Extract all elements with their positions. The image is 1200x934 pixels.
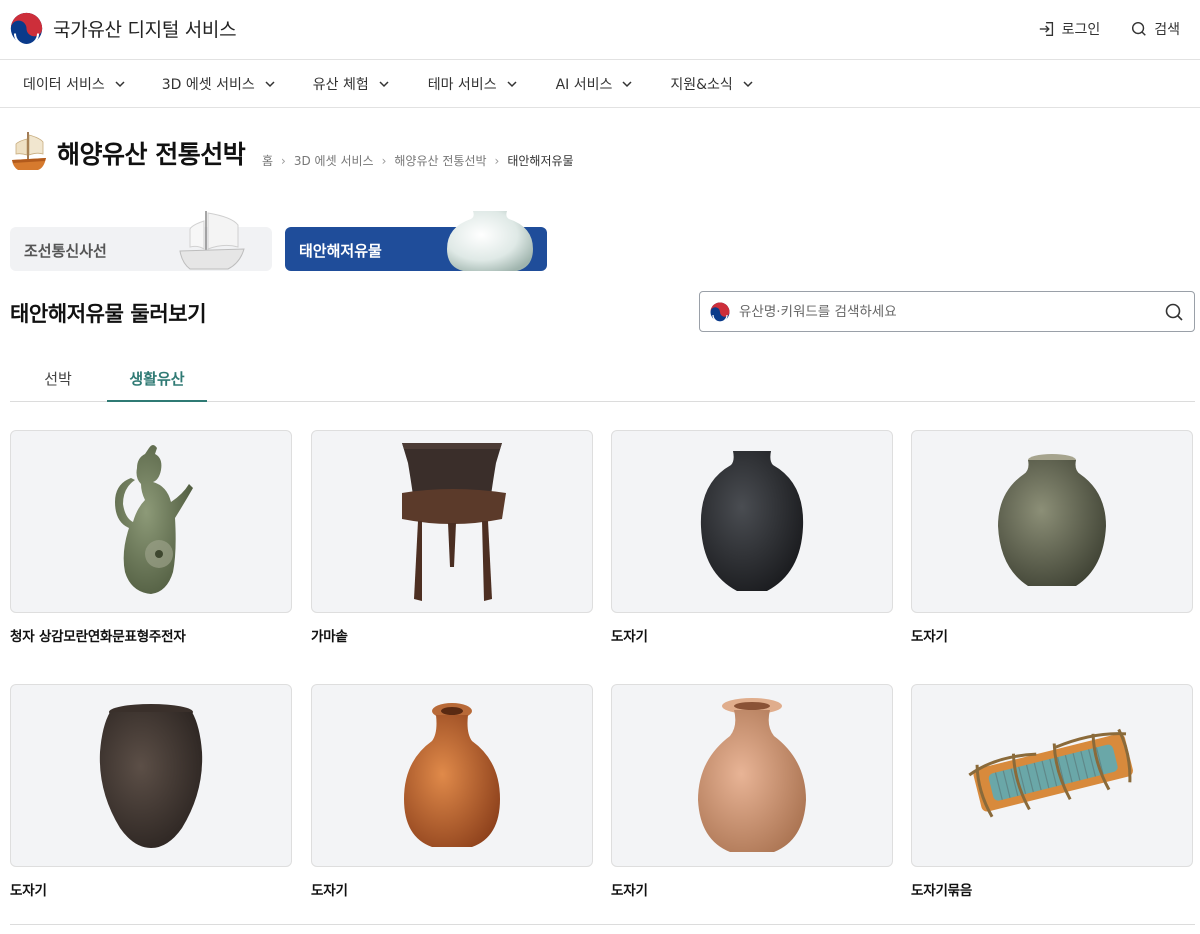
nav-item-theme-service[interactable]: 테마 서비스 <box>428 74 518 94</box>
taegeuk-emblem-icon <box>710 302 730 322</box>
site-header: 국가유산 디지털 서비스 로그인 검색 <box>0 0 1200 60</box>
chevron-right-icon: › <box>381 153 387 168</box>
asset-card[interactable]: 도자기 <box>611 684 893 899</box>
asset-thumbnail <box>311 430 593 613</box>
breadcrumb-3d-asset[interactable]: 3D 에셋 서비스 <box>294 152 374 169</box>
white-porcelain-jar-icon <box>447 211 533 271</box>
asset-thumbnail <box>611 684 893 867</box>
asset-name: 도자기 <box>911 629 948 645</box>
nav-label: AI 서비스 <box>555 77 613 93</box>
site-title: 국가유산 디지털 서비스 <box>53 19 237 41</box>
white-sailboat-icon <box>179 211 245 270</box>
category-label: 조선통신사선 <box>24 242 107 260</box>
main-nav: 데이터 서비스 3D 에셋 서비스 유산 체험 테마 서비스 AI 서비스 지원… <box>0 61 1200 108</box>
asset-thumbnail <box>911 430 1193 613</box>
chevron-down-icon <box>379 81 389 88</box>
nav-label: 테마 서비스 <box>427 77 497 93</box>
nav-label: 유산 체험 <box>312 77 369 93</box>
asset-name: 도자기 <box>311 883 348 899</box>
page-heading: 해양유산 전통선박 <box>10 130 246 176</box>
iron-cauldron-icon <box>402 442 506 601</box>
chevron-down-icon <box>507 81 517 88</box>
search-field[interactable] <box>699 291 1195 332</box>
category-label: 태안해저유물 <box>299 242 382 260</box>
nav-label: 지원&소식 <box>670 77 733 93</box>
nav-item-support-news[interactable]: 지원&소식 <box>670 74 753 94</box>
chevron-down-icon <box>743 81 753 88</box>
asset-thumbnail <box>911 684 1193 867</box>
asset-thumbnail <box>10 684 292 867</box>
brown-jar-icon <box>99 703 203 848</box>
tab-bar: 선박 생활유산 <box>10 362 1195 402</box>
login-link[interactable]: 로그인 <box>1038 19 1101 39</box>
breadcrumb: 홈 › 3D 에셋 서비스 › 해양유산 전통선박 › 태안해저유물 <box>262 152 574 169</box>
nav-item-ai-service[interactable]: AI 서비스 <box>556 74 634 94</box>
chevron-right-icon: › <box>494 153 500 168</box>
search-label: 검색 <box>1154 22 1180 38</box>
nav-label: 데이터 서비스 <box>23 77 105 93</box>
divider <box>10 924 1195 925</box>
breadcrumb-current: 태안해저유물 <box>507 154 574 168</box>
asset-name: 가마솥 <box>311 629 348 645</box>
asset-card[interactable]: 도자기 <box>611 430 893 645</box>
sailing-ship-icon <box>12 132 46 170</box>
category-card-taean-relics[interactable]: 태안해저유물 <box>285 211 547 271</box>
asset-thumbnail <box>10 430 292 613</box>
asset-name: 도자기 <box>611 629 648 645</box>
chevron-down-icon <box>622 81 632 88</box>
orange-bottle-icon <box>404 702 500 847</box>
asset-name: 도자기 <box>10 883 47 899</box>
taegeuk-logo-icon <box>10 12 43 45</box>
nav-item-3d-asset[interactable]: 3D 에셋 서비스 <box>162 74 276 94</box>
asset-card[interactable]: 가마솥 <box>311 430 593 645</box>
nav-label: 3D 에셋 서비스 <box>161 77 255 93</box>
site-logo[interactable]: 국가유산 디지털 서비스 <box>10 12 237 45</box>
asset-thumbnail <box>311 684 593 867</box>
search-icon <box>1132 21 1147 36</box>
nav-item-heritage-experience[interactable]: 유산 체험 <box>313 74 390 94</box>
green-jar-icon <box>998 453 1106 586</box>
section-title: 태안해저유물 둘러보기 <box>10 302 207 326</box>
search-input[interactable] <box>739 303 1164 320</box>
chevron-right-icon: › <box>281 153 286 168</box>
black-jar-icon <box>700 450 804 591</box>
login-icon <box>1039 22 1053 36</box>
asset-card[interactable]: 청자 상감모란연화문표형주전자 <box>10 430 292 645</box>
chevron-down-icon <box>265 81 275 88</box>
tab-ships[interactable]: 선박 <box>10 362 106 402</box>
asset-name: 도자기 <box>611 883 648 899</box>
nav-item-data-service[interactable]: 데이터 서비스 <box>23 74 126 94</box>
search-icon[interactable] <box>1164 302 1184 322</box>
breadcrumb-home[interactable]: 홈 <box>262 152 273 169</box>
category-card-joseon-envoy-ship[interactable]: 조선통신사선 <box>10 211 272 271</box>
tab-daily-heritage[interactable]: 생활유산 <box>107 362 207 402</box>
chevron-down-icon <box>115 81 125 88</box>
asset-name: 도자기묶음 <box>911 883 973 899</box>
asset-card[interactable]: 도자기 <box>911 430 1193 645</box>
asset-card[interactable]: 도자기 <box>311 684 593 899</box>
page-title: 해양유산 전통선박 <box>57 140 246 169</box>
login-label: 로그인 <box>1061 22 1101 38</box>
ceramics-bundle-icon <box>968 728 1133 817</box>
asset-name: 청자 상감모란연화문표형주전자 <box>10 629 186 645</box>
celadon-ewer-icon <box>115 444 193 594</box>
tan-vase-icon <box>698 697 806 852</box>
search-link[interactable]: 검색 <box>1130 19 1180 39</box>
breadcrumb-maritime[interactable]: 해양유산 전통선박 <box>394 152 486 169</box>
asset-thumbnail <box>611 430 893 613</box>
asset-card[interactable]: 도자기묶음 <box>911 684 1193 899</box>
utility-menu: 로그인 검색 <box>1038 19 1180 39</box>
asset-card[interactable]: 도자기 <box>10 684 292 899</box>
